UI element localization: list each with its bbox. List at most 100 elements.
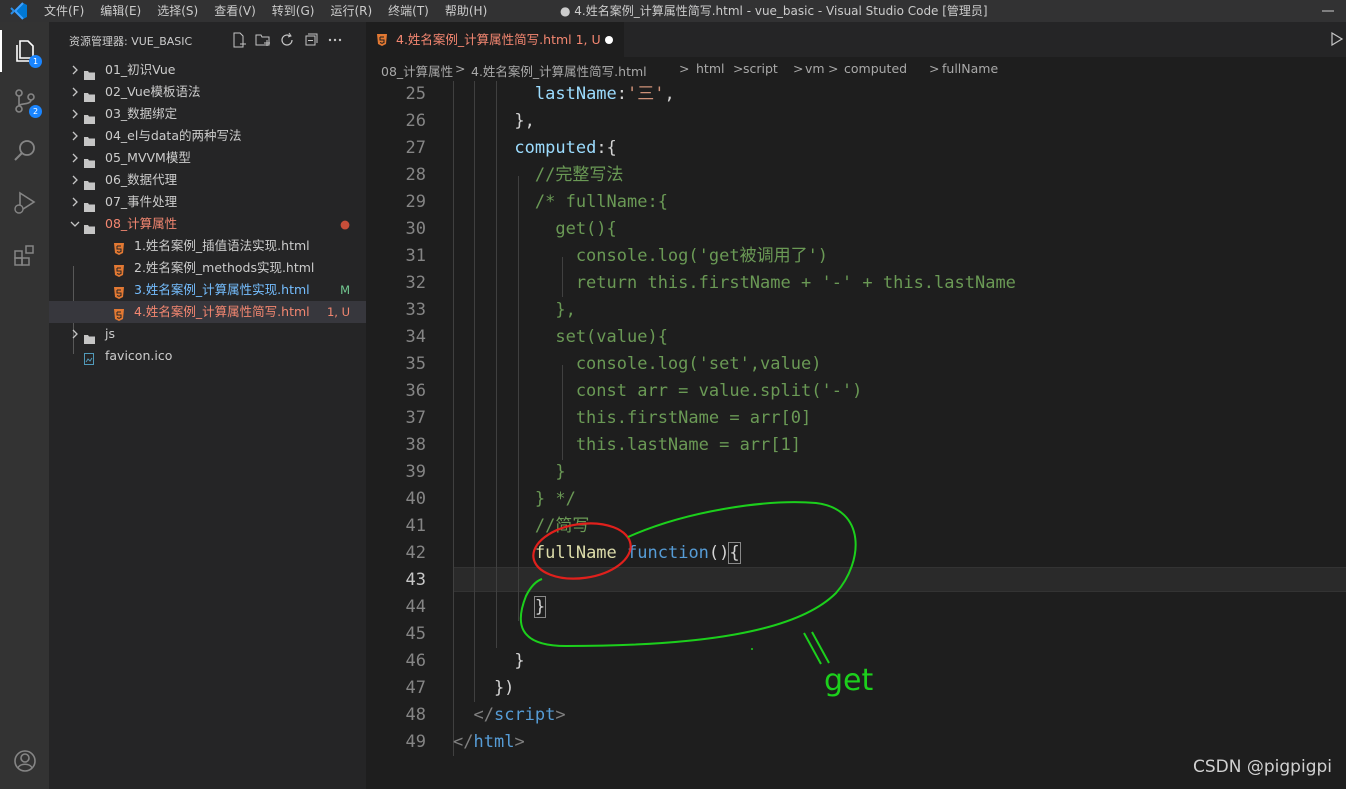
code-text: }, bbox=[453, 297, 575, 324]
folder-icon bbox=[84, 65, 95, 80]
line-number: 26 bbox=[405, 111, 426, 131]
menu-item[interactable]: 编辑(E) bbox=[92, 0, 149, 22]
code-token: { bbox=[728, 542, 741, 564]
code-token: html bbox=[473, 732, 515, 752]
folder-icon bbox=[84, 131, 95, 146]
menu-item[interactable]: 选择(S) bbox=[149, 0, 206, 22]
run-icon[interactable] bbox=[1330, 32, 1344, 46]
code-token: set(value){ bbox=[453, 327, 668, 347]
code-line: 32 return this.firstName + '-' + this.la… bbox=[366, 270, 1346, 297]
folder-icon bbox=[84, 109, 95, 124]
line-number: 34 bbox=[405, 327, 426, 347]
new-file-icon[interactable] bbox=[231, 32, 247, 48]
folder-icon bbox=[84, 197, 95, 212]
tree-folder[interactable]: 05_MVVM模型 bbox=[49, 147, 366, 169]
tree-item-label: favicon.ico bbox=[105, 348, 173, 363]
tree-item-label: 3.姓名案例_计算属性实现.html bbox=[134, 282, 310, 297]
tree-file[interactable]: favicon.ico bbox=[49, 345, 366, 367]
run-debug-icon bbox=[14, 191, 36, 214]
code-text: } */ bbox=[453, 486, 576, 513]
code-token: get(){ bbox=[453, 219, 617, 239]
tree-file[interactable]: 2.姓名案例_methods实现.html bbox=[49, 257, 366, 279]
line-number: 25 bbox=[405, 84, 426, 104]
window-title: ● 4.姓名案例_计算属性简写.html - vue_basic - Visua… bbox=[560, 4, 988, 18]
breadcrumb-separator-icon: > bbox=[455, 61, 466, 76]
code-line: 30 get(){ bbox=[366, 216, 1346, 243]
unsaved-dot-icon[interactable] bbox=[605, 36, 613, 44]
tree-folder[interactable]: 04_el与data的两种写法 bbox=[49, 125, 366, 147]
code-line: 38 this.lastName = arr[1] bbox=[366, 432, 1346, 459]
code-line: 25 lastName:'三', bbox=[366, 81, 1346, 108]
code-line: 28 //完整写法 bbox=[366, 162, 1346, 189]
breadcrumb-item[interactable]: script bbox=[743, 61, 778, 76]
code-token: fullName bbox=[534, 543, 617, 563]
code-text: fullName function(){ bbox=[453, 540, 741, 567]
code-token: script bbox=[493, 705, 556, 725]
code-token: this.firstName = arr[0] bbox=[453, 408, 812, 428]
line-number: 43 bbox=[405, 570, 426, 590]
tree-folder[interactable]: 08_计算属性 ● bbox=[49, 213, 366, 235]
breadcrumb-item[interactable]: computed bbox=[844, 61, 907, 76]
code-line: 29 /* fullName:{ bbox=[366, 189, 1346, 216]
line-number: 42 bbox=[405, 543, 426, 563]
menu-item[interactable]: 转到(G) bbox=[264, 0, 323, 22]
breadcrumb-separator-icon: > bbox=[679, 61, 690, 76]
code-line: 40 } */ bbox=[366, 486, 1346, 513]
menu-item[interactable]: 终端(T) bbox=[380, 0, 437, 22]
line-number: 35 bbox=[405, 354, 426, 374]
tree-folder[interactable]: 07_事件处理 bbox=[49, 191, 366, 213]
image-file-icon bbox=[84, 350, 95, 365]
menu-item[interactable]: 文件(F) bbox=[36, 0, 92, 22]
explorer-activity-button[interactable]: 1 bbox=[0, 30, 42, 72]
tree-folder[interactable]: 06_数据代理 bbox=[49, 169, 366, 191]
line-number: 48 bbox=[405, 705, 426, 725]
code-token: this.lastName = arr[1] bbox=[453, 435, 801, 455]
breadcrumb-item[interactable]: 4.姓名案例_计算属性简写.html bbox=[471, 61, 647, 80]
code-text: console.log('set',value) bbox=[453, 351, 822, 378]
breadcrumb-item[interactable]: vm bbox=[805, 61, 825, 76]
menu-item[interactable]: 查看(V) bbox=[206, 0, 264, 22]
extensions-activity-button[interactable] bbox=[12, 242, 38, 268]
tree-file[interactable]: 1.姓名案例_插值语法实现.html bbox=[49, 235, 366, 257]
explorer-badge: 1 bbox=[29, 55, 42, 68]
line-number: 46 bbox=[405, 651, 426, 671]
more-actions-icon[interactable] bbox=[327, 32, 343, 48]
tab-active-file[interactable]: 4.姓名案例_计算属性简写.html 1, U bbox=[366, 22, 624, 57]
new-folder-icon[interactable] bbox=[255, 32, 271, 48]
tree-file[interactable]: 4.姓名案例_计算属性简写.html 1, U bbox=[49, 301, 366, 323]
source-control-activity-button[interactable]: 2 bbox=[12, 88, 42, 118]
breadcrumb-item[interactable]: html bbox=[696, 61, 724, 76]
code-line: 44 } bbox=[366, 594, 1346, 621]
code-token: > bbox=[555, 705, 566, 725]
menu-item[interactable]: 帮助(H) bbox=[437, 0, 495, 22]
tree-item-label: 03_数据绑定 bbox=[105, 106, 178, 121]
code-token: console.log('set',value) bbox=[453, 354, 822, 374]
refresh-icon[interactable] bbox=[279, 32, 295, 48]
breadcrumb-item[interactable]: 08_计算属性 bbox=[381, 61, 453, 80]
collapse-all-icon[interactable] bbox=[303, 32, 319, 48]
code-text: get(){ bbox=[453, 216, 617, 243]
folder-icon bbox=[84, 219, 95, 234]
tree-folder[interactable]: js bbox=[49, 323, 366, 345]
tree-folder[interactable]: 02_Vue模板语法 bbox=[49, 81, 366, 103]
tree-item-label: 07_事件处理 bbox=[105, 194, 178, 209]
search-activity-button[interactable] bbox=[12, 138, 38, 164]
folder-icon bbox=[84, 175, 95, 190]
code-text: computed:{ bbox=[453, 135, 616, 162]
tree-folder[interactable]: 03_数据绑定 bbox=[49, 103, 366, 125]
line-number: 40 bbox=[405, 489, 426, 509]
line-number: 49 bbox=[405, 732, 426, 752]
breadcrumb-item[interactable]: fullName bbox=[942, 61, 998, 76]
code-text: }, bbox=[453, 108, 534, 135]
breadcrumb: 08_计算属性 >4.姓名案例_计算属性简写.html > html > script > v… bbox=[366, 57, 1346, 81]
minimize-icon[interactable] bbox=[1320, 3, 1336, 19]
tree-file[interactable]: 3.姓名案例_计算属性实现.html M bbox=[49, 279, 366, 301]
tree-item-label: 01_初识Vue bbox=[105, 62, 176, 77]
account-activity-button[interactable] bbox=[12, 748, 38, 774]
tree-item-label: 06_数据代理 bbox=[105, 172, 178, 187]
run-debug-activity-button[interactable] bbox=[12, 190, 38, 216]
menu-item[interactable]: 运行(R) bbox=[322, 0, 380, 22]
tree-folder[interactable]: 01_初识Vue bbox=[49, 59, 366, 81]
